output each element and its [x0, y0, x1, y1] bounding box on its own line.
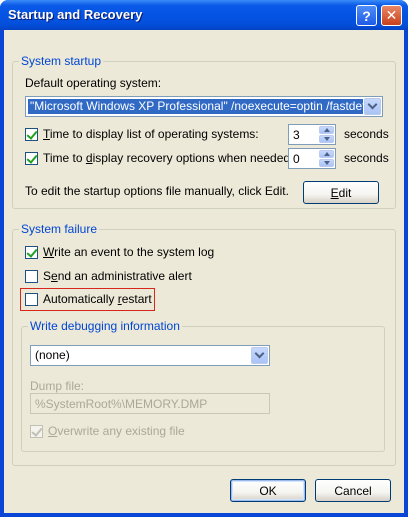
cancel-button[interactable]: Cancel: [315, 479, 391, 502]
time-list-value: 3: [293, 128, 300, 142]
dump-file-value: %SystemRoot%\MEMORY.DMP: [35, 397, 208, 411]
default-os-select[interactable]: "Microsoft Windows XP Professional" /noe…: [25, 96, 383, 117]
default-os-value: "Microsoft Windows XP Professional" /noe…: [28, 99, 363, 114]
down-arrow-icon: [324, 161, 330, 165]
time-recovery-label: Time to display recovery options when ne…: [43, 151, 294, 165]
up-arrow-icon: [324, 152, 330, 156]
auto-restart-label: Automatically restart: [43, 292, 152, 306]
time-list-checkbox[interactable]: [25, 128, 38, 141]
close-icon: ✕: [385, 7, 398, 23]
auto-restart-checkbox[interactable]: [25, 293, 38, 306]
dump-file-field[interactable]: %SystemRoot%\MEMORY.DMP: [30, 393, 270, 414]
debug-info-group: Write debugging information (none) Dump …: [21, 319, 385, 452]
ok-button[interactable]: OK: [230, 479, 306, 502]
debug-info-label: Write debugging information: [28, 319, 182, 333]
time-list-up-button[interactable]: [319, 126, 334, 134]
time-recovery-value: 0: [293, 152, 300, 166]
time-recovery-up-button[interactable]: [319, 150, 334, 158]
time-recovery-down-button[interactable]: [319, 159, 334, 167]
time-recovery-spinner[interactable]: 0: [288, 148, 336, 169]
system-startup-group: System startup Default operating system:…: [12, 54, 396, 209]
system-failure-label: System failure: [19, 222, 100, 236]
down-arrow-icon: [324, 137, 330, 141]
time-recovery-unit: seconds: [344, 151, 389, 165]
help-button[interactable]: ?: [356, 5, 377, 26]
close-button[interactable]: ✕: [381, 5, 402, 26]
system-failure-group: System failure Write an event to the sys…: [12, 222, 396, 466]
time-list-spinner[interactable]: 3: [288, 124, 336, 145]
chevron-down-icon: [254, 348, 265, 359]
edit-button[interactable]: Edit: [303, 181, 379, 204]
title-bar[interactable]: Startup and Recovery ? ✕: [0, 0, 408, 30]
overwrite-label: Overwrite any existing file: [48, 424, 185, 438]
admin-alert-checkbox[interactable]: [25, 270, 38, 283]
admin-alert-label: Send an administrative alert: [43, 269, 192, 283]
default-os-label: Default operating system:: [25, 76, 162, 90]
debug-type-select[interactable]: (none): [30, 345, 270, 366]
write-event-label: Write an event to the system log: [43, 245, 215, 259]
dump-file-label: Dump file:: [30, 379, 85, 393]
window-title: Startup and Recovery: [8, 7, 143, 22]
system-startup-label: System startup: [19, 54, 104, 68]
time-list-down-button[interactable]: [319, 135, 334, 143]
dialog-body: System startup Default operating system:…: [4, 30, 404, 513]
help-icon: ?: [362, 7, 371, 24]
default-os-dropdown-button[interactable]: [364, 98, 381, 115]
edit-hint-text: To edit the startup options file manuall…: [25, 184, 289, 198]
debug-type-value: (none): [35, 348, 70, 362]
cancel-label: Cancel: [334, 483, 372, 498]
time-list-unit: seconds: [344, 127, 389, 141]
debug-type-dropdown-button[interactable]: [251, 347, 268, 364]
startup-recovery-dialog: Startup and Recovery ? ✕ System startup …: [0, 0, 408, 517]
up-arrow-icon: [324, 128, 330, 132]
overwrite-checkbox[interactable]: [30, 425, 43, 438]
time-recovery-checkbox[interactable]: [25, 152, 38, 165]
time-list-label: Time to display list of operating system…: [43, 127, 259, 141]
ok-label: OK: [259, 483, 277, 498]
write-event-checkbox[interactable]: [25, 246, 38, 259]
chevron-down-icon: [367, 99, 378, 110]
